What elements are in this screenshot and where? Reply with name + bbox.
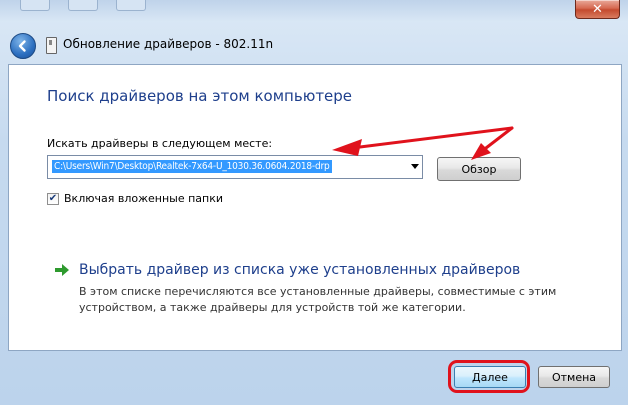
window-title: Обновление драйверов - 802.11n [63,37,274,51]
cancel-button[interactable]: Отмена [538,366,610,388]
browse-button[interactable]: Обзор [437,157,521,181]
path-combobox[interactable]: C:\Users\Win7\Desktop\Realtek-7x64-U_103… [47,155,423,179]
ghost-button [116,0,146,11]
close-button[interactable]: ✕ [575,0,620,19]
device-icon [46,37,57,54]
back-button[interactable] [10,33,36,59]
driver-update-window: ✕ Обновление драйверов - 802.11n Поиск д… [0,0,628,405]
title-bar: ✕ [0,0,628,22]
content-panel: Поиск драйверов на этом компьютере Искат… [8,64,622,351]
include-subfolders-label[interactable]: Включая вложенные папки [64,192,223,205]
back-arrow-icon [18,40,26,52]
green-arrow-icon [55,264,69,276]
ghost-button [68,0,98,11]
next-button[interactable]: Далее [454,366,526,388]
path-input-value[interactable]: C:\Users\Win7\Desktop\Realtek-7x64-U_103… [52,160,332,173]
pick-driver-description: В этом списке перечисляются все установл… [79,285,557,314]
close-icon: ✕ [592,1,603,17]
pick-driver-link[interactable]: Выбрать драйвер из списка уже установлен… [79,262,520,278]
navigation-bar: Обновление драйверов - 802.11n [0,28,628,64]
page-heading: Поиск драйверов на этом компьютере [47,87,353,105]
chevron-down-icon[interactable] [411,164,419,169]
checkmark-icon: ✔ [48,193,58,204]
include-subfolders-checkbox[interactable]: ✔ [47,193,59,205]
ghost-button [20,0,50,11]
search-location-label: Искать драйверы в следующем месте: [47,137,273,150]
